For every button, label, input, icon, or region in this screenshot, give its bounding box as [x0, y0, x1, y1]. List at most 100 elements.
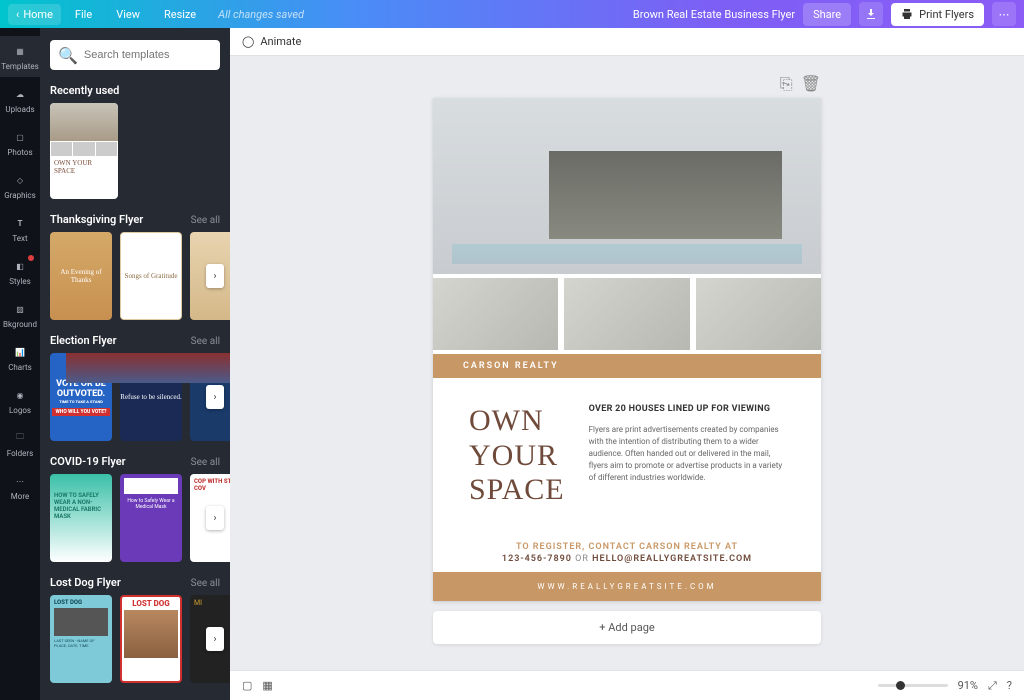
download-button[interactable] [859, 2, 883, 26]
document-title[interactable]: Brown Real Estate Business Flyer [633, 8, 795, 21]
flyer-body-column: OVER 20 HOUSES LINED UP FOR VIEWING Flye… [589, 404, 791, 508]
uploads-icon: ☁ [11, 85, 29, 103]
see-all-link[interactable]: See all [191, 457, 220, 468]
view-menu[interactable]: View [106, 4, 150, 25]
flyer-strip-image[interactable] [696, 278, 821, 350]
home-button[interactable]: ‹ Home [8, 4, 61, 25]
template-thumb[interactable]: HOW TO SAFELY WEAR A NON-MEDICAL FABRIC … [50, 474, 112, 562]
scroll-right-button[interactable]: › [206, 385, 224, 409]
logos-icon: ◉ [11, 386, 29, 404]
flyer-image-strip [433, 274, 821, 354]
page-actions: ⎘ 🗑 [433, 74, 821, 94]
rail-uploads[interactable]: ☁Uploads [0, 79, 40, 120]
flyer-strip-image[interactable] [433, 278, 558, 350]
download-icon [865, 8, 877, 20]
notes-icon[interactable]: ▢ [242, 679, 252, 692]
more-menu-button[interactable]: ⋯ [992, 2, 1016, 26]
rail-graphics[interactable]: ◇Graphics [0, 165, 40, 206]
chevron-left-icon: ‹ [16, 8, 19, 21]
template-thumb[interactable]: LOST DOGLAST SEEN - NAME OF PLACE, DATE,… [50, 595, 112, 683]
graphics-icon: ◇ [11, 171, 29, 189]
section-title: Lost Dog Flyer [50, 576, 121, 589]
section-title: Election Flyer [50, 334, 117, 347]
rail-styles[interactable]: ◧Styles [0, 251, 40, 292]
flyer-contact[interactable]: TO REGISTER, CONTACT CARSON REALTY AT 12… [433, 534, 821, 572]
animate-icon: ◯ [242, 35, 254, 48]
see-all-link[interactable]: See all [191, 336, 220, 347]
flyer-content: OWN YOUR SPACE OVER 20 HOUSES LINED UP F… [433, 378, 821, 534]
template-thumb[interactable]: OWN YOUR SPACE [50, 103, 118, 199]
templates-icon: ▦ [11, 42, 29, 60]
scroll-right-button[interactable]: › [206, 627, 224, 651]
flyer-brand-bar[interactable]: CARSON REALTY [433, 354, 821, 378]
section-lostdog: Lost Dog Flyer See all LOST DOGLAST SEEN … [50, 576, 220, 683]
help-icon[interactable]: ? [1007, 679, 1012, 692]
share-button[interactable]: Share [803, 3, 851, 26]
see-all-link[interactable]: See all [191, 578, 220, 589]
delete-page-icon[interactable]: 🗑 [801, 74, 821, 94]
text-icon: T [11, 214, 29, 232]
bottom-bar: ▢ ▦ 91% ⤢ ? [230, 670, 1024, 700]
tool-rail: ▦Templates ☁Uploads ▢Photos ◇Graphics TT… [0, 28, 40, 700]
see-all-link[interactable]: See all [191, 215, 220, 226]
charts-icon: 📊 [11, 343, 29, 361]
search-input[interactable] [84, 49, 226, 61]
rail-photos[interactable]: ▢Photos [0, 122, 40, 163]
search-container: 🔍 ≡ [50, 40, 220, 70]
scroll-right-button[interactable]: › [206, 506, 224, 530]
animate-button[interactable]: ◯ Animate [242, 35, 301, 48]
template-thumb[interactable]: Songs of Gratitude [120, 232, 182, 320]
print-label: Print Flyers [919, 8, 974, 21]
rail-more[interactable]: ⋯More [0, 466, 40, 507]
rail-folders[interactable]: 🗀Folders [0, 423, 40, 464]
canvas-scroll[interactable]: ⎘ 🗑 CARSON REALTY OWN YOUR SPACE [230, 56, 1024, 670]
zoom-level[interactable]: 91% [958, 679, 978, 692]
print-flyers-button[interactable]: Print Flyers [891, 3, 984, 26]
grid-view-icon[interactable]: ▦ [262, 679, 272, 692]
section-election: Election FlyerSee all VOTE OR BEOUTVOTED… [50, 334, 220, 441]
flyer-body-text[interactable]: Flyers are print advertisements created … [589, 424, 791, 484]
rail-text[interactable]: TText [0, 208, 40, 249]
rail-logos[interactable]: ◉Logos [0, 380, 40, 421]
template-thumb[interactable]: How to Safely Wear a Medical Mask [120, 474, 182, 562]
template-thumb[interactable]: LOST DOG [120, 595, 182, 683]
duplicate-page-icon[interactable]: ⎘ [780, 74, 793, 94]
flyer-footer[interactable]: WWW.REALLYGREATSITE.COM [433, 572, 821, 601]
fullscreen-icon[interactable]: ⤢ [988, 679, 997, 693]
rail-templates[interactable]: ▦Templates [0, 36, 40, 77]
template-sidebar: ‹ 🔍 ≡ Recently used OWN YOUR SPACE Thank… [40, 28, 230, 700]
animate-label: Animate [260, 35, 301, 48]
flyer-canvas[interactable]: CARSON REALTY OWN YOUR SPACE OVER 20 HOU… [433, 98, 821, 601]
flyer-subhead[interactable]: OVER 20 HOUSES LINED UP FOR VIEWING [589, 404, 791, 414]
canvas-area: ◯ Animate ⎘ 🗑 CARSON REALTY OWN [230, 28, 1024, 700]
top-menu-left: ‹ Home File View Resize All changes save… [8, 4, 304, 25]
section-title: Thanksgiving Flyer [50, 213, 143, 226]
top-menu-right: Brown Real Estate Business Flyer Share P… [633, 2, 1016, 26]
add-page-button[interactable]: + Add page [433, 611, 821, 644]
dots-icon: ⋯ [999, 8, 1010, 21]
save-status: All changes saved [218, 8, 304, 21]
new-badge [28, 255, 34, 261]
rail-background[interactable]: ▨Bkground [0, 294, 40, 335]
template-thumb[interactable]: An Evening of Thanks [50, 232, 112, 320]
folders-icon: 🗀 [11, 429, 29, 447]
template-thumb[interactable]: Refuse to be silenced. [120, 353, 182, 441]
more-icon: ⋯ [11, 472, 29, 490]
flyer-strip-image[interactable] [564, 278, 689, 350]
scroll-right-button[interactable]: › [206, 264, 224, 288]
zoom-slider[interactable] [878, 684, 948, 687]
search-icon: 🔍 [58, 46, 78, 65]
file-menu[interactable]: File [65, 4, 102, 25]
home-label: Home [23, 8, 53, 21]
flyer-headline[interactable]: OWN YOUR SPACE [469, 404, 565, 508]
section-title: COVID-19 Flyer [50, 455, 126, 468]
section-recent: Recently used OWN YOUR SPACE [50, 84, 220, 199]
photos-icon: ▢ [11, 128, 29, 146]
section-title: Recently used [50, 84, 119, 97]
rail-charts[interactable]: 📊Charts [0, 337, 40, 378]
resize-menu[interactable]: Resize [154, 4, 206, 25]
canvas-toolbar: ◯ Animate [230, 28, 1024, 56]
top-menu-bar: ‹ Home File View Resize All changes save… [0, 0, 1024, 28]
print-icon [901, 8, 913, 20]
flyer-hero-image[interactable] [433, 98, 821, 274]
